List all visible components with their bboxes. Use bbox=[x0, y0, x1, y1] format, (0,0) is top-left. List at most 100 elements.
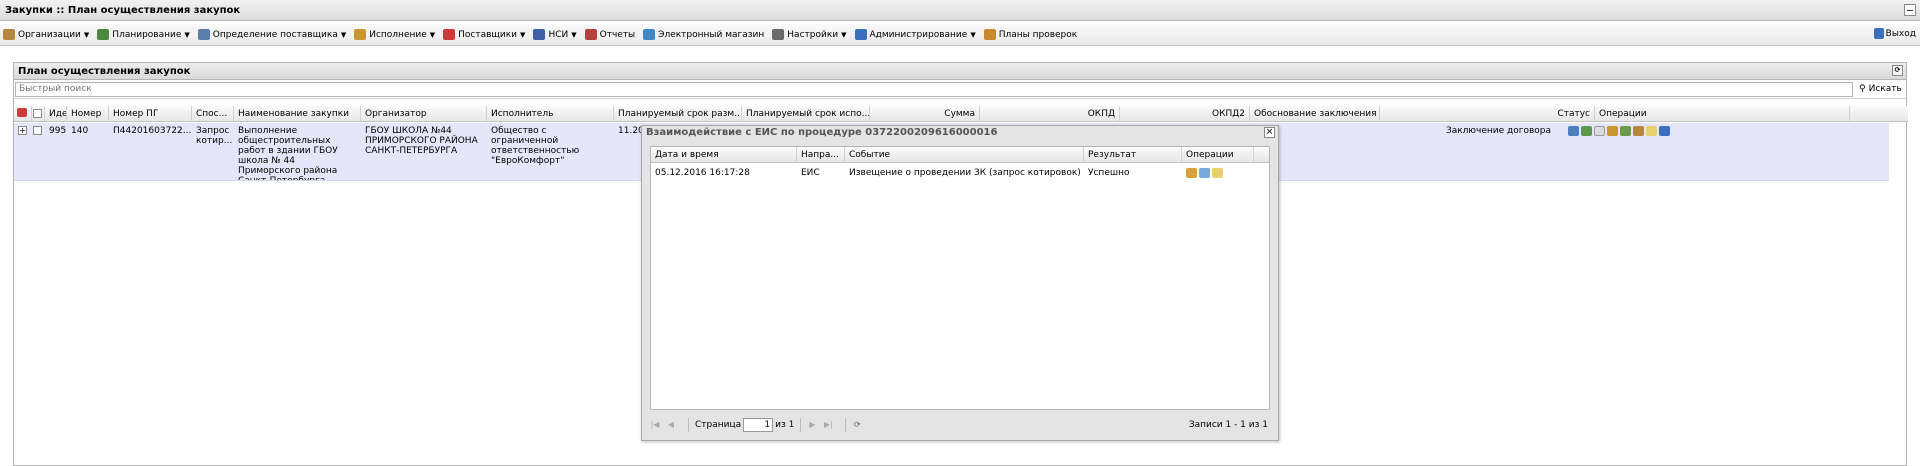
chevron-down-icon: ▼ bbox=[184, 30, 190, 39]
search-icon: ⚲ bbox=[1859, 84, 1866, 94]
chevron-down-icon: ▼ bbox=[520, 30, 526, 39]
cell-datetime: 05.12.2016 16:17:28 bbox=[655, 168, 750, 178]
expand-row-icon[interactable]: + bbox=[18, 126, 27, 135]
column-header[interactable]: Статус bbox=[1380, 106, 1595, 121]
grid-icon bbox=[97, 29, 110, 40]
column-header[interactable]: ОКПД2 bbox=[1120, 106, 1250, 121]
cell-id: 995 bbox=[49, 126, 67, 136]
col-direction[interactable]: Напра... bbox=[797, 147, 845, 162]
menu-item-label: Планы проверок bbox=[998, 29, 1078, 40]
hammer-icon[interactable] bbox=[1633, 126, 1644, 136]
menu-item-6[interactable]: Отчеты bbox=[584, 29, 636, 40]
prev-page-icon[interactable]: ◀ bbox=[666, 420, 676, 430]
menu-item-label: Планирование bbox=[112, 29, 182, 40]
people-icon[interactable] bbox=[1581, 126, 1592, 136]
close-icon[interactable]: × bbox=[1264, 127, 1275, 138]
column-header[interactable]: Иде bbox=[45, 106, 67, 121]
hammer-icon bbox=[354, 29, 367, 40]
column-header[interactable]: Спос... bbox=[192, 106, 234, 121]
last-page-icon[interactable]: ▶| bbox=[823, 420, 833, 430]
row-checkbox[interactable] bbox=[33, 126, 42, 135]
column-header[interactable]: ОКПД bbox=[980, 106, 1120, 121]
menu-item-label: НСИ bbox=[548, 29, 569, 40]
minimize-button[interactable] bbox=[1904, 4, 1916, 16]
menu-item-4[interactable]: Поставщики ▼ bbox=[443, 29, 525, 40]
document-view-icon[interactable] bbox=[1199, 168, 1210, 178]
panel-header: План осуществления закупок ⟳ bbox=[14, 63, 1906, 80]
col-datetime[interactable]: Дата и время bbox=[651, 147, 797, 162]
column-header[interactable]: Номер bbox=[67, 106, 109, 121]
dialog-table-row[interactable]: 05.12.2016 16:17:28 ЕИС Извещение о пров… bbox=[651, 165, 1269, 181]
box-icon[interactable] bbox=[1607, 126, 1618, 136]
col-event[interactable]: Событие bbox=[845, 147, 1084, 162]
column-header[interactable]: Наименование закупки bbox=[234, 106, 361, 121]
column-header[interactable]: Организатор bbox=[361, 106, 487, 121]
wrench-icon bbox=[772, 29, 785, 40]
column-header[interactable]: Планируемый срок испо... bbox=[742, 106, 870, 121]
menu-item-3[interactable]: Исполнение ▼ bbox=[354, 29, 435, 40]
book-icon bbox=[533, 29, 546, 40]
records-info: Записи 1 - 1 из 1 bbox=[1188, 420, 1268, 430]
window-titlebar: Закупки :: План осуществления закупок bbox=[0, 0, 1920, 21]
clear-filter-icon[interactable] bbox=[14, 106, 32, 121]
dialog-titlebar: Взаимодействие с ЕИС по процедуре 037220… bbox=[642, 126, 1278, 140]
exit-button[interactable]: Выход bbox=[1873, 28, 1916, 39]
column-header[interactable]: Сумма bbox=[870, 106, 980, 121]
search-button-label: Искать bbox=[1868, 84, 1902, 94]
cell-operations bbox=[1564, 123, 1819, 180]
panel-title: План осуществления закупок bbox=[18, 66, 191, 77]
column-header[interactable]: Обоснование заключения bbox=[1250, 106, 1380, 121]
eis-interaction-dialog: Взаимодействие с ЕИС по процедуре 037220… bbox=[641, 125, 1279, 441]
first-page-icon[interactable]: |◀ bbox=[650, 420, 660, 430]
menu-item-label: Исполнение bbox=[369, 29, 427, 40]
cell-row-operations bbox=[1182, 165, 1254, 181]
menu-item-2[interactable]: Определение поставщика ▼ bbox=[197, 29, 346, 40]
column-header[interactable]: Номер ПГ bbox=[109, 106, 192, 121]
col-operations[interactable]: Операции bbox=[1182, 147, 1254, 162]
building-icon bbox=[3, 29, 15, 40]
menu-item-1[interactable]: Планирование ▼ bbox=[97, 29, 190, 40]
menu-item-9[interactable]: Администрирование ▼ bbox=[854, 29, 976, 40]
bars-icon[interactable] bbox=[1659, 126, 1670, 136]
menu-item-7[interactable]: Электронный магазин bbox=[643, 29, 764, 40]
cell-number: 140 bbox=[71, 126, 89, 136]
refresh-icon[interactable]: ⟳ bbox=[1892, 65, 1903, 76]
dialog-grid-header: Дата и время Напра... Событие Результат … bbox=[651, 147, 1269, 163]
menu-item-label: Поставщики bbox=[458, 29, 518, 40]
column-header[interactable]: Исполнитель bbox=[487, 106, 614, 121]
chevron-down-icon: ▼ bbox=[429, 30, 436, 39]
exit-label: Выход bbox=[1885, 28, 1916, 39]
package-icon[interactable] bbox=[1186, 168, 1197, 178]
chart-icon[interactable] bbox=[1568, 126, 1579, 136]
chevron-down-icon: ▼ bbox=[571, 30, 577, 39]
refresh-icon[interactable]: ⟳ bbox=[852, 420, 862, 430]
menu-item-label: Организации bbox=[18, 29, 81, 40]
star-icon[interactable] bbox=[1646, 126, 1657, 136]
menu-item-5[interactable]: НСИ ▼ bbox=[533, 29, 577, 40]
quick-search-input[interactable] bbox=[15, 81, 1853, 97]
menu-item-label: Отчеты bbox=[599, 29, 636, 40]
dialog-title: Взаимодействие с ЕИС по процедуре 037220… bbox=[646, 127, 998, 138]
table-icon[interactable] bbox=[1620, 126, 1631, 136]
column-header[interactable]: Планируемый срок разм... bbox=[614, 106, 742, 121]
menu-item-0[interactable]: Организации ▼ bbox=[3, 29, 89, 40]
page-number-input[interactable] bbox=[743, 418, 774, 432]
document-icon[interactable] bbox=[1594, 126, 1605, 136]
xml-icon[interactable] bbox=[1212, 168, 1223, 178]
chevron-down-icon: ▼ bbox=[83, 30, 90, 39]
select-all-checkbox[interactable] bbox=[32, 106, 45, 121]
search-button[interactable]: ⚲ Искать bbox=[1859, 84, 1902, 94]
cell-pg-number: П44201603722... bbox=[113, 126, 192, 136]
next-page-icon[interactable]: ▶ bbox=[807, 420, 817, 430]
report-icon bbox=[584, 29, 597, 40]
column-header[interactable]: Операции bbox=[1595, 106, 1850, 121]
cell-result: Успешно bbox=[1088, 168, 1130, 178]
pagination-toolbar: |◀ ◀ Страница из 1 ▶ ▶| ⟳ Записи 1 - 1 и… bbox=[650, 414, 1270, 436]
people-icon bbox=[197, 29, 210, 40]
cell-organizer: ГБОУ ШКОЛА №44 ПРИМОРСКОГО РАЙОНА САНКТ-… bbox=[365, 126, 478, 156]
col-result[interactable]: Результат bbox=[1084, 147, 1182, 162]
quick-search-bar: ⚲ Искать bbox=[14, 80, 1906, 99]
menu-item-8[interactable]: Настройки ▼ bbox=[772, 29, 847, 40]
menu-item-10[interactable]: Планы проверок bbox=[983, 29, 1078, 40]
cell-event: Извещение о проведении ЗК (запрос котиро… bbox=[849, 168, 1081, 178]
